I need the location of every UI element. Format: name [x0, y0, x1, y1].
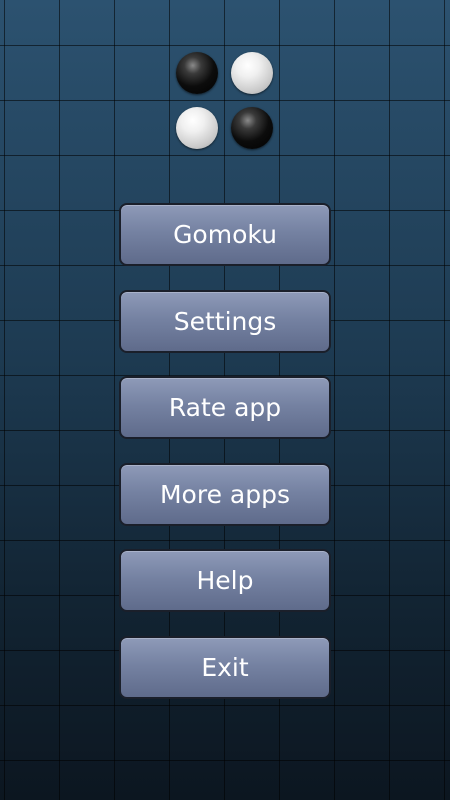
- white-stone-icon: [176, 107, 218, 149]
- help-button[interactable]: Help: [119, 549, 331, 613]
- gomoku-stones-logo: [171, 49, 281, 159]
- rate-app-button[interactable]: Rate app: [119, 376, 331, 440]
- black-stone-icon: [231, 107, 273, 149]
- white-stone-icon: [231, 52, 273, 94]
- main-menu: Gomoku Settings Rate app More apps Help …: [119, 203, 331, 723]
- exit-button[interactable]: Exit: [119, 635, 331, 699]
- gomoku-button[interactable]: Gomoku: [119, 203, 331, 266]
- more-apps-button[interactable]: More apps: [119, 462, 331, 526]
- black-stone-icon: [176, 52, 218, 94]
- settings-button[interactable]: Settings: [119, 289, 331, 353]
